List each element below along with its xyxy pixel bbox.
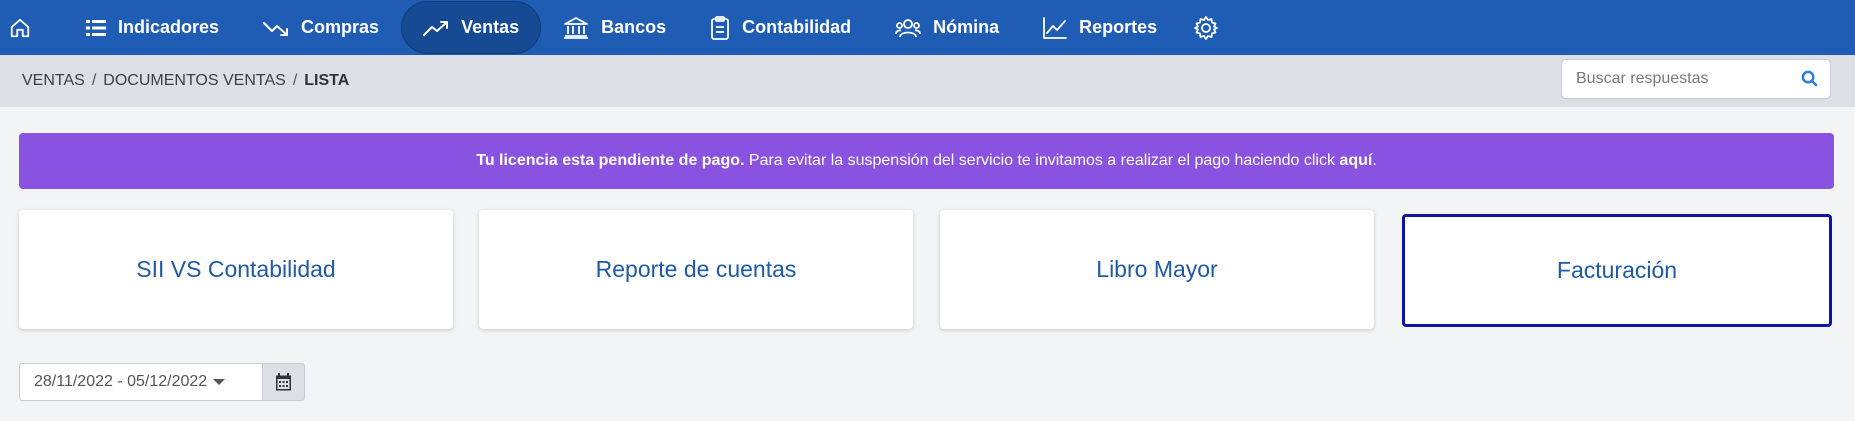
date-range-picker: 28/11/2022 - 05/12/2022: [19, 363, 305, 401]
bank-icon: [564, 16, 589, 39]
nav-item-label: Ventas: [461, 17, 520, 37]
alert-text: Para evitar la suspensión del servicio t…: [744, 152, 1340, 169]
list-icon: [86, 19, 106, 36]
calendar-icon: [276, 373, 291, 391]
card-reporte-de-cuentas[interactable]: Reporte de cuentas: [479, 210, 913, 329]
nav-item-nomina[interactable]: Nómina: [873, 1, 1021, 54]
alert-end: .: [1372, 152, 1377, 169]
chart-line-icon: [1043, 16, 1068, 39]
trend-up-icon: [423, 20, 449, 36]
breadcrumb: VENTAS / DOCUMENTOS VENTAS / LISTA: [22, 72, 349, 90]
settings-button[interactable]: [1179, 0, 1233, 55]
nav-item-label: Contabilidad: [742, 17, 852, 37]
date-range-input[interactable]: 28/11/2022 - 05/12/2022: [19, 363, 262, 401]
alert-strong-text: Tu licencia esta pendiente de pago.: [476, 152, 745, 169]
users-icon: [895, 18, 922, 37]
breadcrumb-documentos-ventas[interactable]: DOCUMENTOS VENTAS: [103, 72, 286, 90]
nav-item-reportes[interactable]: Reportes: [1021, 1, 1179, 54]
card-label: Libro Mayor: [1096, 256, 1218, 282]
top-navbar: Indicadores Compras Ventas Bancos Contab…: [0, 0, 1855, 55]
card-sii-vs-contabilidad[interactable]: SII VS Contabilidad: [19, 210, 453, 329]
breadcrumb-separator: /: [91, 72, 97, 89]
gear-icon: [1194, 15, 1219, 40]
alert-message: Tu licencia esta pendiente de pago. Para…: [476, 152, 1377, 170]
alert-pay-link[interactable]: aquí: [1339, 152, 1372, 169]
license-alert: Tu licencia esta pendiente de pago. Para…: [19, 133, 1834, 189]
breadcrumb-bar: VENTAS / DOCUMENTOS VENTAS / LISTA: [0, 55, 1855, 107]
card-label: SII VS Contabilidad: [136, 256, 336, 282]
home-icon: [10, 18, 30, 37]
nav-item-label: Compras: [301, 17, 380, 37]
nav-item-ventas[interactable]: Ventas: [401, 1, 542, 54]
nav-item-label: Nómina: [933, 17, 1000, 37]
breadcrumb-separator: /: [292, 72, 298, 89]
nav-item-label: Indicadores: [118, 17, 220, 37]
home-button[interactable]: [0, 0, 40, 55]
date-range-value: 28/11/2022 - 05/12/2022: [34, 373, 208, 390]
card-label: Facturación: [1556, 257, 1678, 283]
search-input[interactable]: [1562, 70, 1787, 88]
trend-down-icon: [263, 21, 289, 36]
card-label: Reporte de cuentas: [595, 256, 797, 282]
nav-item-contabilidad[interactable]: Contabilidad: [688, 1, 873, 54]
nav-item-compras[interactable]: Compras: [241, 1, 401, 54]
search-button[interactable]: [1801, 70, 1818, 92]
nav-item-indicadores[interactable]: Indicadores: [64, 1, 241, 54]
breadcrumb-current: LISTA: [304, 72, 350, 89]
nav-item-label: Bancos: [601, 17, 667, 37]
caret-down-icon: [213, 379, 226, 385]
nav-item-label: Reportes: [1079, 17, 1158, 37]
search-box: [1561, 59, 1831, 99]
clipboard-icon: [711, 15, 730, 40]
breadcrumb-ventas[interactable]: VENTAS: [22, 72, 85, 90]
card-libro-mayor[interactable]: Libro Mayor: [940, 210, 1374, 329]
calendar-button[interactable]: [262, 363, 305, 401]
nav-item-bancos[interactable]: Bancos: [541, 1, 688, 54]
card-facturacion[interactable]: Facturación: [1402, 214, 1832, 327]
search-icon: [1801, 70, 1818, 87]
